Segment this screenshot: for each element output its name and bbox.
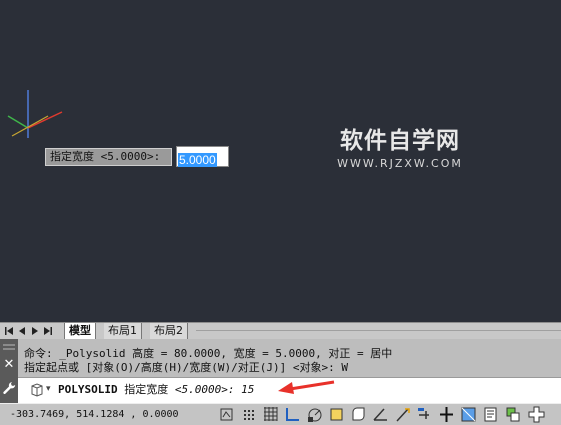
selection-cycling-icon[interactable]: [504, 405, 521, 424]
tab-model[interactable]: 模型: [64, 323, 96, 340]
grid-icon[interactable]: [262, 405, 279, 424]
model-space-icon[interactable]: [218, 405, 235, 424]
3d-osnap-icon[interactable]: [350, 405, 367, 424]
command-default: <5.0000>:: [174, 383, 235, 396]
transparency-icon[interactable]: [460, 405, 477, 424]
dynamic-input-field[interactable]: 5.0000: [176, 146, 229, 167]
drawing-canvas[interactable]: 指定宽度 <5.0000>: 5.0000 软件自学网 WWW.RJZXW.CO…: [0, 0, 561, 322]
polar-icon[interactable]: [306, 405, 323, 424]
tab-bar-divider: [196, 330, 561, 331]
red-arrow-icon: [278, 380, 335, 394]
annotation-icon[interactable]: [528, 405, 545, 424]
polysolid-command-icon: [31, 383, 43, 397]
watermark: 软件自学网 WWW.RJZXW.COM: [330, 128, 470, 170]
first-arrow-icon[interactable]: [4, 325, 14, 337]
coordinate-readout[interactable]: -303.7469, 514.1284 , 0.0000: [10, 408, 179, 422]
last-arrow-icon[interactable]: [43, 325, 53, 337]
dynamic-input-prompt: 指定宽度 <5.0000>:: [45, 148, 172, 166]
otrack-icon[interactable]: [372, 405, 389, 424]
quick-properties-icon[interactable]: [482, 405, 499, 424]
dynamic-input-icon[interactable]: [416, 405, 433, 424]
lineweight-icon[interactable]: [438, 405, 455, 424]
dynamic-input-value[interactable]: 5.0000: [178, 153, 217, 167]
wrench-icon[interactable]: [1, 380, 17, 396]
command-window: ✕ 命令: _Polysolid 高度 = 80.0000, 宽度 = 5.00…: [0, 339, 561, 403]
command-prompt: 指定宽度: [124, 383, 169, 396]
grip-line: [3, 348, 15, 350]
tab-layout2[interactable]: 布局2: [150, 323, 188, 340]
close-icon[interactable]: ✕: [2, 358, 16, 372]
ucs-toggle-icon[interactable]: [394, 405, 411, 424]
command-input-value[interactable]: 15: [241, 383, 254, 396]
ucs-axis-icon: [7, 90, 63, 138]
osnap-icon[interactable]: [328, 405, 345, 424]
current-command: POLYSOLID 指定宽度 <5.0000>: 15: [58, 383, 254, 397]
status-bar: -303.7469, 514.1284 , 0.0000: [0, 403, 561, 425]
command-window-handle[interactable]: ✕: [0, 339, 18, 403]
prev-arrow-icon[interactable]: [17, 325, 27, 337]
ortho-icon[interactable]: [284, 405, 301, 424]
command-history-dropdown-icon[interactable]: ▾: [46, 382, 51, 396]
layout-tab-bar: 模型 布局1 布局2: [0, 322, 561, 340]
command-history-line: 命令: _Polysolid 高度 = 80.0000, 宽度 = 5.0000…: [24, 347, 393, 360]
command-name: POLYSOLID: [58, 383, 118, 396]
snap-icon[interactable]: [240, 405, 257, 424]
command-history-line: 指定起点或 [对象(O)/高度(H)/宽度(W)/对正(J)] <对象>: W: [24, 361, 348, 374]
grip-line: [3, 344, 15, 346]
tab-layout1[interactable]: 布局1: [104, 323, 142, 340]
watermark-url: WWW.RJZXW.COM: [337, 157, 463, 170]
watermark-title: 软件自学网: [340, 128, 460, 154]
next-arrow-icon[interactable]: [30, 325, 40, 337]
